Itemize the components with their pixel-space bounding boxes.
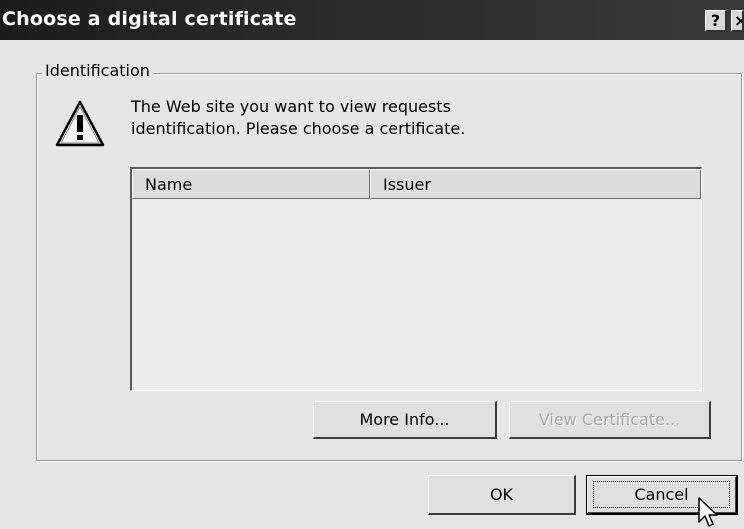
column-header-issuer[interactable]: Issuer xyxy=(370,169,701,199)
more-info-label: More Info... xyxy=(359,410,450,429)
warning-icon xyxy=(55,100,105,147)
cancel-label: Cancel xyxy=(634,485,689,504)
more-info-button[interactable]: More Info... xyxy=(313,401,497,439)
help-button[interactable]: ? xyxy=(705,10,727,32)
groupbox-label: Identification xyxy=(42,61,153,80)
message-line-1: The Web site you want to view requests xyxy=(131,97,451,116)
window-title: Choose a digital certificate xyxy=(2,8,297,30)
view-certificate-label: View Certificate... xyxy=(538,410,681,429)
title-bar[interactable]: Choose a digital certificate ? × xyxy=(0,0,744,40)
message-line-2: identification. Please choose a certific… xyxy=(131,119,466,138)
mouse-pointer-icon xyxy=(698,497,718,527)
certificate-list[interactable]: Name Issuer xyxy=(130,167,702,391)
view-certificate-button[interactable]: View Certificate... xyxy=(509,401,711,439)
close-button[interactable]: × xyxy=(731,10,744,32)
request-message: The Web site you want to view requests i… xyxy=(131,96,691,140)
ok-button[interactable]: OK xyxy=(428,475,576,515)
ok-label: OK xyxy=(489,485,514,504)
column-header-name[interactable]: Name xyxy=(132,169,370,199)
list-header: Name Issuer xyxy=(132,169,701,199)
